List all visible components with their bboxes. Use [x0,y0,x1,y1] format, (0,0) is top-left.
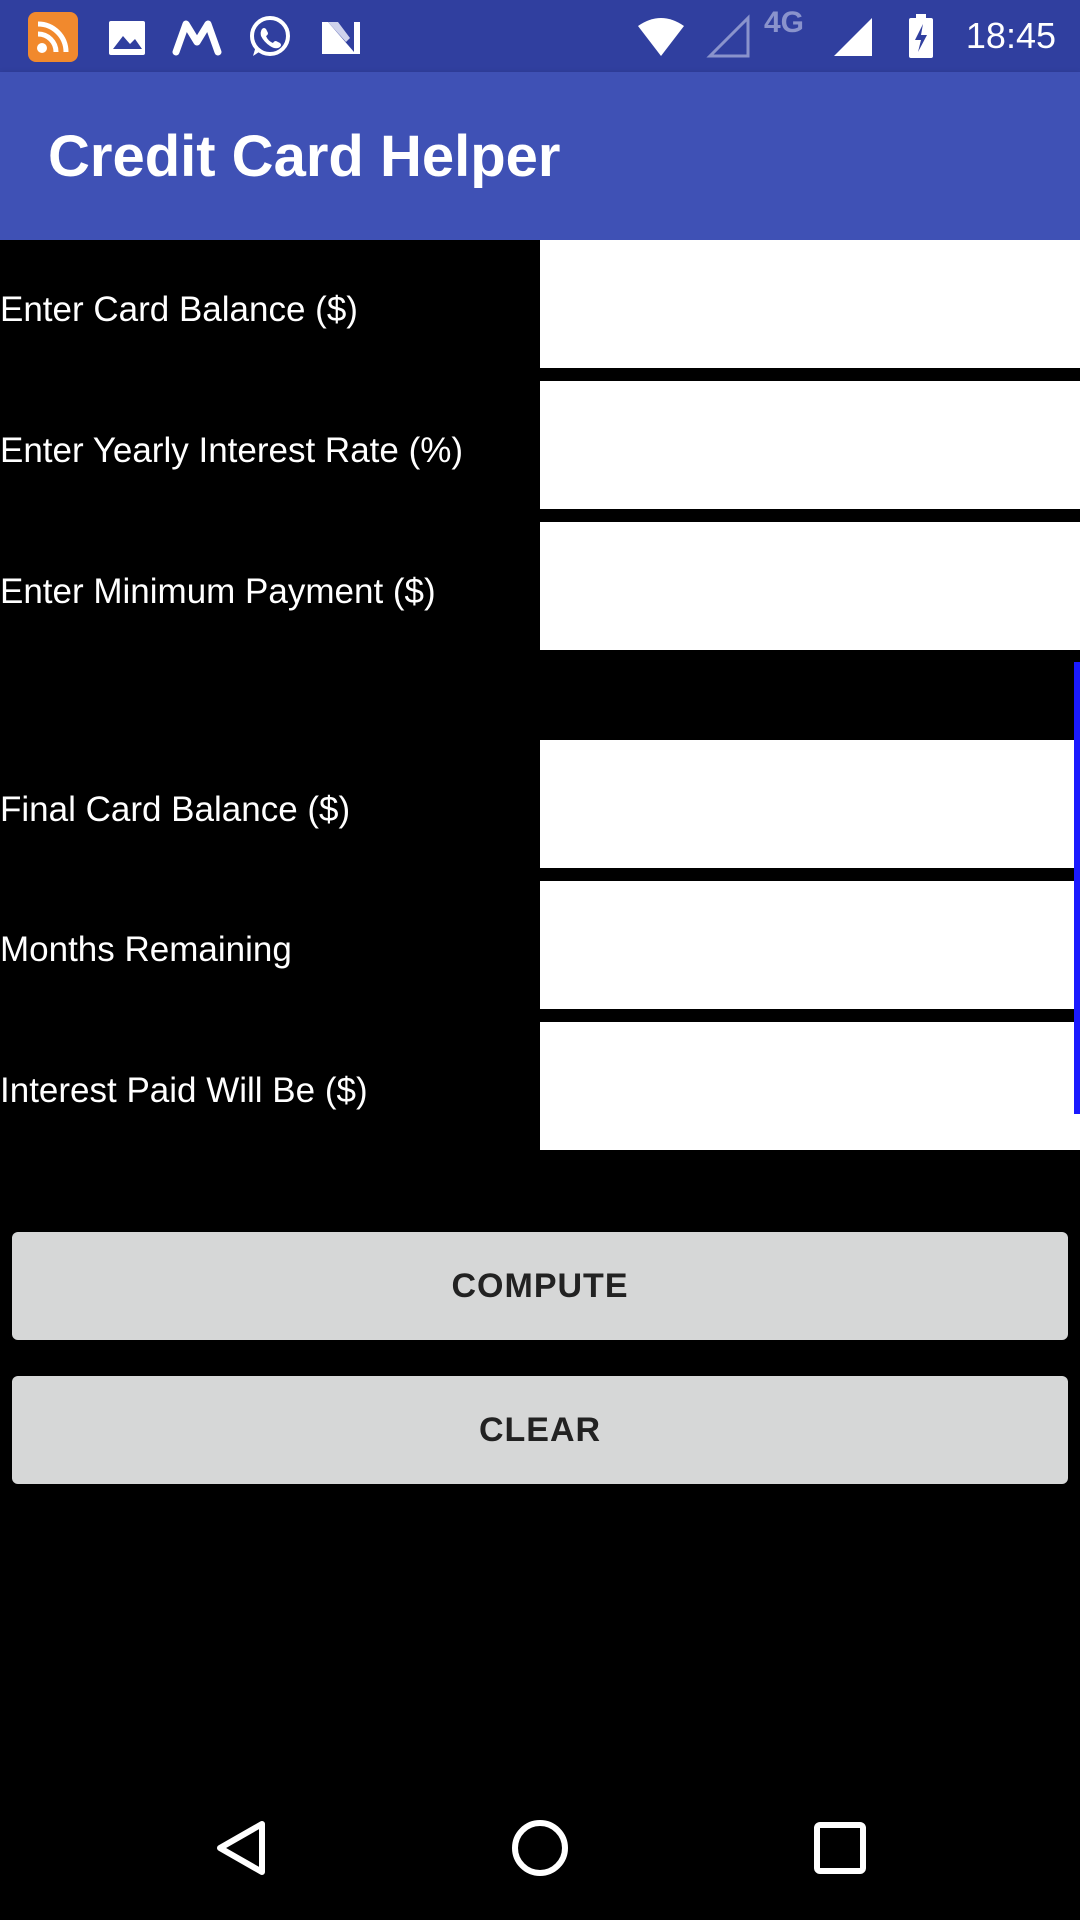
months-remaining-label: Months Remaining [0,930,292,969]
final-balance-field[interactable] [540,740,1080,868]
back-icon[interactable] [190,1798,290,1898]
wifi-icon [638,18,684,56]
status-time: 18:45 [965,15,1056,56]
n-app-icon [322,22,360,54]
app-title: Credit Card Helper [48,124,561,189]
clear-button[interactable]: CLEAR [12,1376,1068,1484]
scroll-indicator [1074,662,1080,1114]
m-app-icon [172,20,222,56]
interest-rate-input[interactable] [540,381,1080,509]
navigation-bar [0,1776,1080,1920]
interest-rate-label: Enter Yearly Interest Rate (%) [0,431,463,470]
whatsapp-icon [250,16,290,56]
minimum-payment-input[interactable] [540,522,1080,650]
image-icon [109,21,145,55]
compute-button[interactable]: COMPUTE [12,1232,1068,1340]
status-bar: 4G 18:45 [0,0,1080,72]
months-remaining-field[interactable] [540,881,1080,1009]
app-bar: Credit Card Helper [0,72,1080,240]
interest-paid-field[interactable] [540,1022,1080,1150]
rss-feed-icon [28,12,78,62]
minimum-payment-label: Enter Minimum Payment ($) [0,572,436,611]
screen: 4G 18:45 Credit Card Helper Enter Card B… [0,0,1080,1920]
recents-icon[interactable] [790,1798,890,1898]
final-balance-label: Final Card Balance ($) [0,790,351,829]
network-type-label: 4G [764,6,805,39]
card-balance-input[interactable] [540,240,1080,368]
battery-charging-icon [909,14,933,58]
signal-empty-icon [706,14,750,58]
card-balance-label: Enter Card Balance ($) [0,290,358,329]
home-icon[interactable] [490,1798,590,1898]
interest-paid-label: Interest Paid Will Be ($) [0,1071,368,1110]
signal-icon [834,18,872,56]
